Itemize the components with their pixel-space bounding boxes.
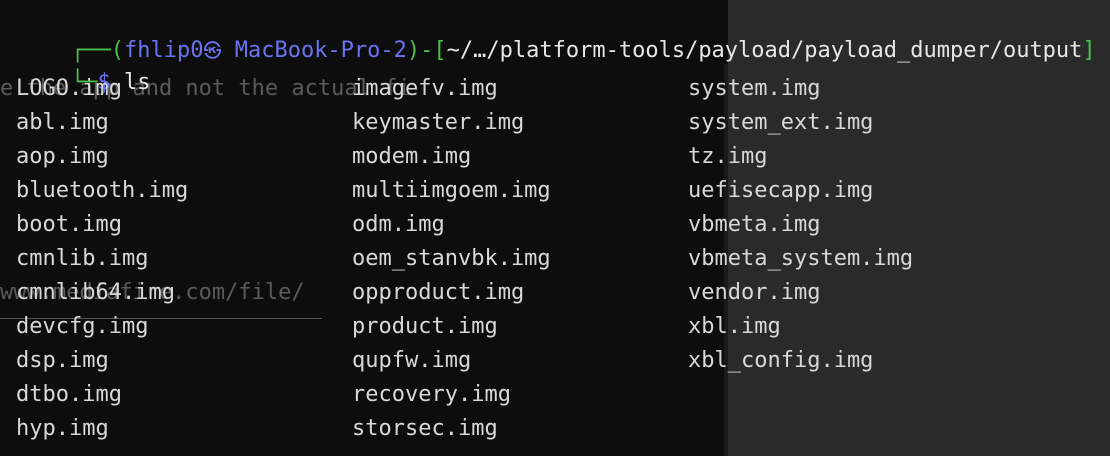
file-entry: system.img [688, 76, 821, 101]
skull-icon: ㉿ [203, 41, 222, 62]
file-entry: storsec.img [352, 416, 498, 441]
file-entry: opproduct.img [352, 280, 525, 305]
file-entry: uefisecapp.img [688, 178, 874, 203]
file-entry: cmnlib64.img [16, 280, 175, 305]
prompt-close-bracket: ] [1082, 38, 1096, 63]
prompt-open-bracket: [ [433, 38, 447, 63]
prompt-host: MacBook-Pro-2 [234, 38, 407, 63]
file-entry: odm.img [352, 212, 445, 237]
file-entry: dsp.img [16, 348, 109, 373]
file-entry: boot.img [16, 212, 122, 237]
file-entry: tz.img [688, 144, 768, 169]
file-entry: vbmeta.img [688, 212, 821, 237]
file-entry: imagefv.img [352, 76, 498, 101]
file-entry: xbl_config.img [688, 348, 874, 373]
file-entry: abl.img [16, 110, 109, 135]
prompt-dash: - [420, 38, 434, 63]
file-entry: bluetooth.img [16, 178, 189, 203]
file-entry: multiimgoem.img [352, 178, 551, 203]
prompt-command-line[interactable]: └─$ ls [18, 38, 151, 95]
file-entry: modem.img [352, 144, 472, 169]
file-entry: LOGO.img [16, 76, 122, 101]
prompt-close-paren: ) [406, 38, 421, 63]
file-entry: vendor.img [688, 280, 821, 305]
file-entry: oem_stanvbk.img [352, 246, 551, 271]
file-entry: product.img [352, 314, 498, 339]
file-entry: hyp.img [16, 416, 109, 441]
file-entry: devcfg.img [16, 314, 149, 339]
prompt-path: ~/…/platform-tools/payload/payload_dumpe… [446, 38, 1083, 63]
file-entry: qupfw.img [352, 348, 472, 373]
file-entry: recovery.img [352, 382, 511, 407]
file-entry: keymaster.img [352, 110, 525, 135]
file-entry: cmnlib.img [16, 246, 149, 271]
ls-output: LOGO.img abl.img aop.img bluetooth.img b… [16, 72, 1024, 446]
terminal-window[interactable]: e the app and not the actual fi www.medi… [0, 0, 1110, 456]
file-entry: vbmeta_system.img [688, 246, 914, 271]
file-entry: system_ext.img [688, 110, 874, 135]
file-entry: dtbo.img [16, 382, 122, 407]
file-entry: xbl.img [688, 314, 781, 339]
file-entry: aop.img [16, 144, 109, 169]
prompt-header: ┌──(fhlip0㉿ MacBook-Pro-2)-[~/…/platform… [18, 6, 1096, 63]
